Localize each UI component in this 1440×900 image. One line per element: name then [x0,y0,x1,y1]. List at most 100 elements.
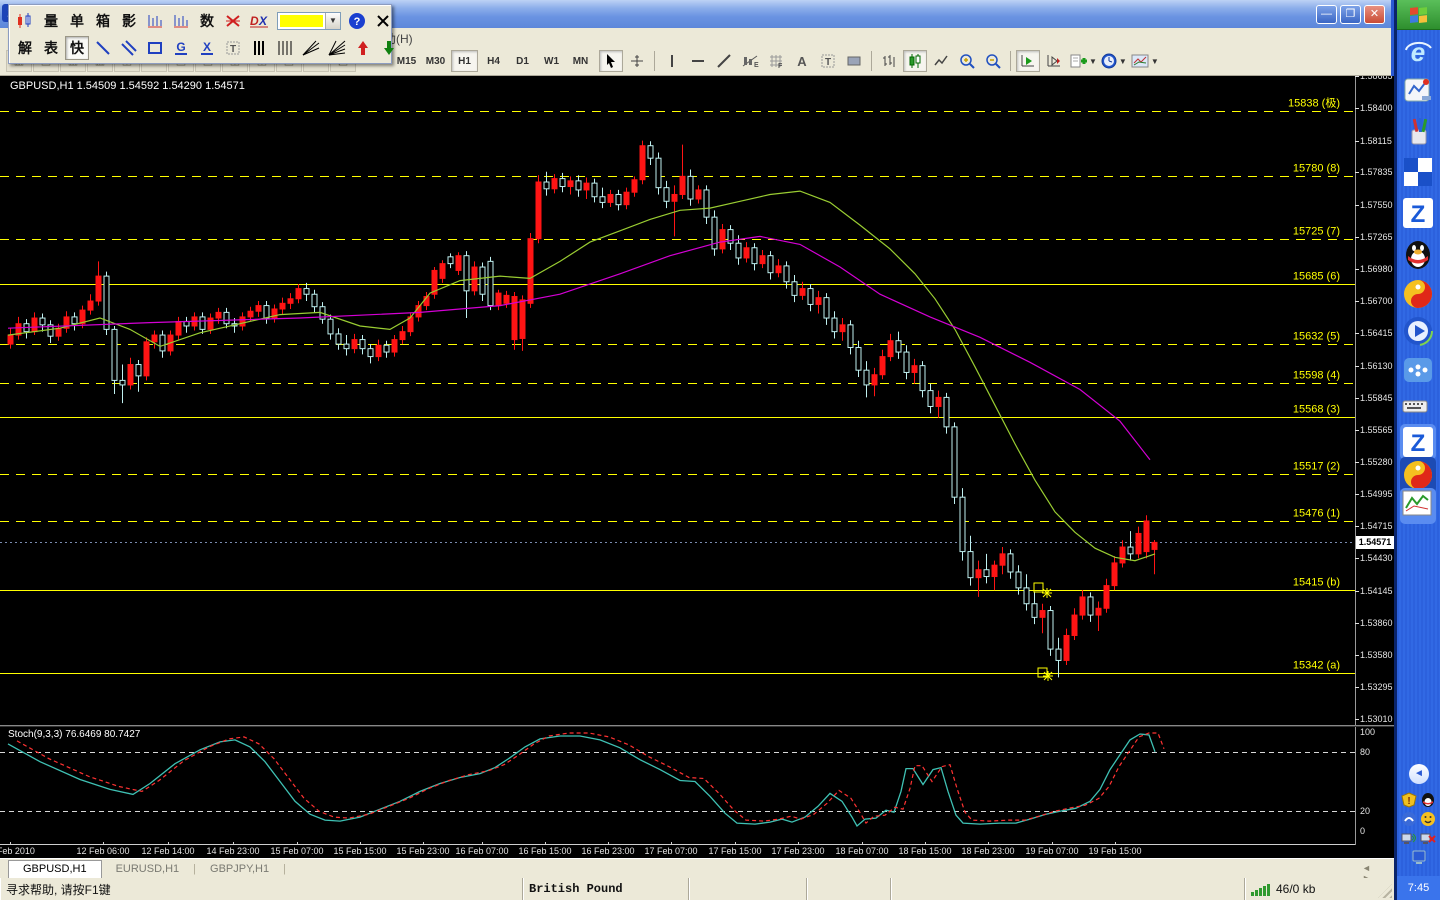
candle-body[interactable] [807,288,814,305]
candle-body[interactable] [1063,634,1070,661]
close-toolbar-button[interactable] [371,9,395,33]
candle-body[interactable] [1151,541,1158,550]
candle-body[interactable] [39,317,46,326]
candle-body[interactable] [255,305,262,312]
candlestick-chart[interactable]: 15838 (极) 15780 (8) 15725 (7) 15685 (6) 1563… [0,76,1355,726]
order-button[interactable]: 单 [65,9,89,33]
time-axis[interactable]: 11 Feb 2010 12 Feb 06:00 12 Feb 14:00 14 Fe… [0,842,1394,858]
candle-body[interactable] [687,175,694,200]
candle-body[interactable] [303,288,310,295]
candle-body[interactable] [479,266,486,295]
candle-body[interactable] [95,275,102,302]
candle-body[interactable] [327,318,334,335]
templates-button[interactable]: ▼ [1130,50,1160,72]
display-icon[interactable] [1411,849,1427,865]
line-chart-button[interactable] [929,50,953,72]
candle-body[interactable] [263,305,270,319]
candle-body[interactable] [583,182,590,191]
chevron-down-icon[interactable]: ▼ [1151,57,1159,66]
candle-body[interactable] [1079,596,1086,616]
candle-body[interactable] [735,242,742,259]
grid-tool[interactable]: F [764,50,788,72]
candle-body[interactable] [567,180,574,188]
line-color-picker[interactable]: ▼ [277,12,341,30]
volume-button[interactable]: 量 [39,9,63,33]
candle-body[interactable] [447,256,454,265]
network-icon[interactable] [1401,830,1417,846]
candle-body[interactable] [223,311,230,325]
candle-body[interactable] [1087,596,1094,616]
candle-body[interactable] [783,265,790,283]
sogou-flame-icon[interactable] [1402,278,1434,310]
candle-body[interactable] [655,157,662,189]
candle-body[interactable] [759,255,766,265]
vline-tool[interactable] [660,50,684,72]
candle-body[interactable] [599,196,606,203]
candle-body[interactable] [695,189,702,200]
candle-body[interactable] [1055,648,1062,661]
candle-body[interactable] [1015,571,1022,589]
candle-body[interactable] [967,551,974,579]
candle-body[interactable] [239,316,246,327]
candle-body[interactable] [823,297,830,319]
timeframe-m30[interactable]: M30 [422,50,449,72]
candle-body[interactable] [391,339,398,353]
candle-body[interactable] [943,396,950,428]
candle-body[interactable] [927,390,934,407]
candle-body[interactable] [335,333,342,345]
up-arrow-button[interactable] [351,36,375,60]
candle-body[interactable] [1095,607,1102,616]
explain-button[interactable]: 解 [13,36,37,60]
candle-body[interactable] [1143,520,1150,553]
candle-body[interactable] [903,351,910,373]
cut-icon[interactable] [221,9,245,33]
candle-body[interactable] [791,281,798,296]
candle-body[interactable] [1031,603,1038,618]
candle-body[interactable] [455,255,462,271]
fibo-fan-icon[interactable] [325,36,349,60]
channel-icon[interactable] [117,36,141,60]
text-tool[interactable]: A [790,50,814,72]
help-button[interactable]: ? [345,9,369,33]
candle-body[interactable] [951,426,958,498]
zoom-in-button[interactable] [955,50,979,72]
candle-body[interactable] [399,331,406,341]
candle-body[interactable] [279,302,286,310]
stochastic-chart[interactable] [0,727,1355,845]
z-app-icon[interactable]: Z [1402,197,1434,229]
quadrant-icon[interactable] [1402,156,1434,188]
candle-body[interactable] [31,317,38,333]
close-button[interactable]: ✕ [1364,5,1385,24]
down-arrow-button[interactable] [377,36,401,60]
timeframe-h1[interactable]: H1 [451,50,478,72]
candle-body[interactable] [919,365,926,392]
indicators-button[interactable]: ▼ [1068,50,1098,72]
widget-icon[interactable] [1402,354,1434,386]
candle-body[interactable] [159,334,166,352]
candle-body[interactable] [607,193,614,203]
candle-body[interactable] [1103,585,1110,609]
tab-gbpjpy[interactable]: GBPJPY,H1 [196,861,283,879]
fibo-tool[interactable]: E [738,50,762,72]
candle-body[interactable] [1071,614,1078,636]
table-button[interactable]: 表 [39,36,63,60]
maximize-button[interactable]: ❐ [1340,5,1361,24]
candle-body[interactable] [1111,562,1118,587]
candle-body[interactable] [839,324,846,333]
chevron-down-icon[interactable]: ▼ [1119,57,1127,66]
candle-body[interactable] [535,181,542,240]
candle-body[interactable] [311,293,318,308]
candle-body[interactable] [775,265,782,274]
floating-toolbar[interactable]: 量单箱影数 D X ▼? 解表快GXT [8,4,395,64]
hide-tray-icons-chevron[interactable]: ◄ [1409,764,1429,784]
candle-body[interactable] [975,569,982,579]
candle-body[interactable] [287,298,294,304]
security-shield-icon[interactable]: ! [1401,792,1417,808]
bar-chart-button[interactable] [877,50,901,72]
candle-body[interactable] [343,343,350,350]
candle-body[interactable] [623,191,630,206]
tab-gbpusd[interactable]: GBPUSD,H1 [8,860,102,878]
shapes-tool[interactable] [842,50,866,72]
candle-body[interactable] [959,496,966,553]
candle-body[interactable] [199,316,206,330]
